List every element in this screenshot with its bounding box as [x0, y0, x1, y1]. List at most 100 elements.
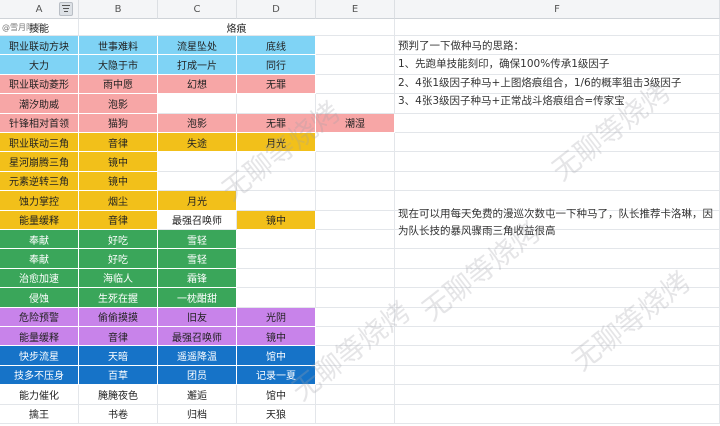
table-cell[interactable]: [237, 288, 316, 308]
table-cell[interactable]: 馆中: [237, 385, 316, 405]
table-cell[interactable]: 雪轻: [158, 249, 237, 269]
table-cell[interactable]: 最强召唤师: [158, 327, 237, 347]
table-cell[interactable]: 治愈加速: [0, 268, 79, 289]
table-cell[interactable]: [158, 171, 237, 192]
table-cell[interactable]: [395, 268, 720, 289]
table-cell[interactable]: 生死在握: [79, 288, 158, 308]
table-cell[interactable]: 烟尘: [79, 191, 158, 211]
column-header-c[interactable]: C: [158, 0, 237, 19]
table-cell[interactable]: [237, 268, 316, 289]
table-cell[interactable]: 音律: [79, 133, 158, 153]
table-cell[interactable]: 腌腌夜色: [79, 385, 158, 405]
table-cell[interactable]: 音律: [79, 327, 158, 347]
table-cell[interactable]: 侵蚀: [0, 288, 79, 308]
header-cell-brand[interactable]: 烙痕: [79, 19, 395, 36]
table-cell[interactable]: [395, 249, 720, 269]
table-cell[interactable]: [395, 171, 720, 192]
table-cell[interactable]: 镜中: [237, 327, 316, 347]
table-cell[interactable]: [395, 288, 720, 308]
table-cell[interactable]: 邂逅: [158, 385, 237, 405]
table-cell[interactable]: 能力催化: [0, 385, 79, 405]
table-cell[interactable]: 潮汐助威: [0, 94, 79, 114]
table-cell[interactable]: 流星坠处: [158, 36, 237, 56]
table-cell[interactable]: 镜中: [79, 171, 158, 192]
table-cell[interactable]: 奉献: [0, 249, 79, 269]
table-cell[interactable]: 馆中: [237, 346, 316, 366]
table-cell[interactable]: 蚀力掌控: [0, 191, 79, 211]
table-cell[interactable]: 职业联动菱形: [0, 74, 79, 95]
table-cell[interactable]: 世事难料: [79, 36, 158, 56]
table-cell[interactable]: 职业联动方块: [0, 36, 79, 56]
table-cell[interactable]: 元素逆转三角: [0, 171, 79, 192]
table-cell[interactable]: [237, 171, 316, 192]
table-cell[interactable]: [395, 365, 720, 386]
table-cell[interactable]: 失途: [158, 133, 237, 153]
table-cell[interactable]: 遥遥降温: [158, 346, 237, 366]
header-cell-f[interactable]: [395, 19, 720, 36]
table-cell[interactable]: [237, 94, 316, 114]
table-cell[interactable]: [395, 385, 720, 405]
table-cell[interactable]: 霜锋: [158, 268, 237, 289]
table-cell[interactable]: [316, 152, 395, 172]
table-cell[interactable]: [237, 191, 316, 211]
table-cell[interactable]: [395, 404, 720, 424]
table-cell[interactable]: 技多不压身: [0, 365, 79, 386]
column-header-e[interactable]: E: [316, 0, 395, 19]
table-cell[interactable]: [395, 346, 720, 366]
table-cell[interactable]: [316, 288, 395, 308]
table-cell[interactable]: 幻想: [158, 74, 237, 95]
table-cell[interactable]: [316, 249, 395, 269]
table-cell[interactable]: 职业联动三角: [0, 133, 79, 153]
table-cell[interactable]: 打成一片: [158, 55, 237, 75]
table-cell[interactable]: [316, 385, 395, 405]
table-cell[interactable]: 星河崩腾三角: [0, 152, 79, 172]
table-cell[interactable]: 危险预警: [0, 307, 79, 327]
filter-icon[interactable]: [59, 2, 73, 16]
table-cell[interactable]: [316, 94, 395, 114]
table-cell[interactable]: 快步流星: [0, 346, 79, 366]
table-cell[interactable]: 无罪: [237, 74, 316, 95]
table-cell[interactable]: 书卷: [79, 404, 158, 424]
table-cell[interactable]: [395, 133, 720, 153]
table-cell[interactable]: 能量缓释: [0, 210, 79, 230]
table-cell[interactable]: [395, 327, 720, 347]
table-cell[interactable]: 音律: [79, 210, 158, 230]
table-cell[interactable]: [316, 327, 395, 347]
table-cell[interactable]: [316, 191, 395, 211]
table-cell[interactable]: 大隐于市: [79, 55, 158, 75]
table-cell[interactable]: [316, 346, 395, 366]
table-cell[interactable]: [158, 152, 237, 172]
table-cell[interactable]: [237, 230, 316, 250]
table-cell[interactable]: [316, 74, 395, 95]
table-cell[interactable]: 光阴: [237, 307, 316, 327]
table-cell[interactable]: 旧友: [158, 307, 237, 327]
table-cell[interactable]: 无罪: [237, 113, 316, 133]
column-header-d[interactable]: D: [237, 0, 316, 19]
column-header-f[interactable]: F: [395, 0, 720, 19]
table-cell[interactable]: 镜中: [237, 210, 316, 230]
table-cell[interactable]: 偷偷摸摸: [79, 307, 158, 327]
table-cell[interactable]: [316, 210, 395, 230]
table-cell[interactable]: [316, 133, 395, 153]
table-cell[interactable]: 团员: [158, 365, 237, 386]
table-cell[interactable]: 最强召唤师: [158, 210, 237, 230]
table-cell[interactable]: [316, 268, 395, 289]
table-cell[interactable]: 月光: [237, 133, 316, 153]
table-cell[interactable]: 泡影: [158, 113, 237, 133]
table-cell[interactable]: 海临人: [79, 268, 158, 289]
table-cell[interactable]: 擒王: [0, 404, 79, 424]
table-cell[interactable]: 天狼: [237, 404, 316, 424]
table-cell[interactable]: 好吃: [79, 249, 158, 269]
table-cell[interactable]: [237, 249, 316, 269]
table-cell[interactable]: [316, 55, 395, 75]
table-cell[interactable]: [395, 307, 720, 327]
table-cell[interactable]: [316, 36, 395, 56]
table-cell[interactable]: [158, 94, 237, 114]
table-cell[interactable]: 底线: [237, 36, 316, 56]
table-cell[interactable]: 雪轻: [158, 230, 237, 250]
table-cell[interactable]: [395, 113, 720, 133]
table-cell[interactable]: [316, 307, 395, 327]
table-cell[interactable]: 记录一夏: [237, 365, 316, 386]
table-cell[interactable]: 月光: [158, 191, 237, 211]
table-cell[interactable]: 镜中: [79, 152, 158, 172]
